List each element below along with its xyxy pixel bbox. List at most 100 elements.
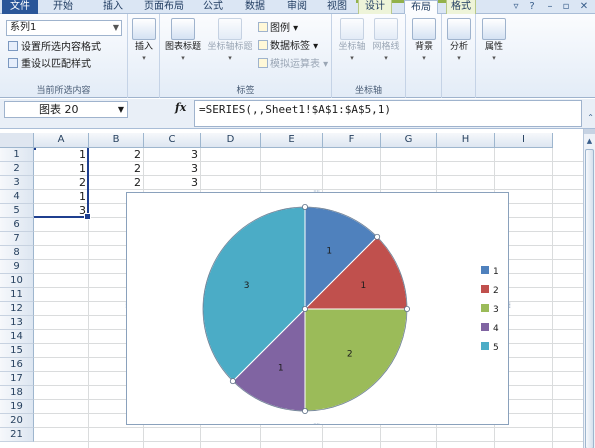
formula-input[interactable]: =SERIES(,,Sheet1!$A$1:$A$5,1) [194,100,582,127]
data-label-5[interactable]: 3 [244,281,250,291]
data-label-1[interactable]: 1 [326,247,332,257]
cell-a1[interactable]: 1 [34,148,89,162]
row-header-21[interactable]: 21 [0,428,34,442]
pie-chart[interactable]: 1 1 2 1 3 1 2 3 4 5 ···· ···· ⁞ ⁞ [125,188,511,429]
tab-home[interactable]: 开始 [46,0,80,14]
column-header-h[interactable]: H [437,133,495,148]
tab-formulas[interactable]: 公式 [196,0,230,14]
selection-handle[interactable] [301,306,308,313]
row-header-18[interactable]: 18 [0,386,34,400]
tab-design[interactable]: 设计 [358,0,392,14]
tab-file[interactable]: 文件 [2,0,38,14]
format-selection-button[interactable]: 设置所选内容格式 [8,41,101,55]
name-box[interactable]: 图表 20 ▼ [4,101,128,118]
insert-function-button[interactable]: fx [175,101,186,114]
row-header-20[interactable]: 20 [0,414,34,428]
row-header-13[interactable]: 13 [0,316,34,330]
resize-handle-right[interactable]: ⁞ [508,302,510,310]
column-header-a[interactable]: A [34,133,89,148]
column-header-c[interactable]: C [144,133,201,148]
data-labels-button[interactable]: 数据标签 ▾ [258,40,318,54]
select-all-corner[interactable] [0,133,34,148]
chart-element-dropdown[interactable]: 系列1 ▼ [6,20,122,36]
selection-handle[interactable] [229,378,236,385]
chart-title-button[interactable]: 图表标题 ▾ [162,18,204,64]
row-header-8[interactable]: 8 [0,246,34,260]
cell-b1[interactable]: 2 [89,148,144,162]
legend-item[interactable]: 3 [481,304,499,323]
tab-format[interactable]: 格式 [446,0,476,14]
axes-button[interactable]: 坐标轴 ▾ [336,18,368,64]
tab-data[interactable]: 数据 [238,0,272,14]
column-header-f[interactable]: F [323,133,381,148]
pie-slice-3[interactable] [304,308,408,412]
gridlines-button[interactable]: 网格线 ▾ [370,18,402,64]
data-label-3[interactable]: 2 [347,350,353,360]
legend-item[interactable]: 1 [481,266,499,285]
row-header-5[interactable]: 5 [0,204,34,218]
window-minimize-icon[interactable]: – [544,1,556,13]
scroll-thumb[interactable] [585,149,594,448]
selection-handle[interactable] [374,233,381,240]
minimize-ribbon-icon[interactable]: ▿ [510,1,522,13]
column-header-g[interactable]: G [381,133,437,148]
row-header-17[interactable]: 17 [0,372,34,386]
selection-handle[interactable] [301,407,308,414]
resize-handle-top[interactable]: ···· [313,188,320,196]
vertical-scrollbar[interactable]: ▲ [583,129,595,448]
row-header-2[interactable]: 2 [0,162,34,176]
resize-handle-bottom[interactable]: ···· [313,421,320,429]
row-header-10[interactable]: 10 [0,274,34,288]
tab-layout[interactable]: 布局 [404,0,438,15]
legend-item[interactable]: 5 [481,342,499,361]
window-restore-icon[interactable]: ▫ [560,1,572,13]
window-close-icon[interactable]: ✕ [578,1,590,13]
row-header-14[interactable]: 14 [0,330,34,344]
cell-b2[interactable]: 2 [89,162,144,176]
resize-handle-left[interactable]: ⁞ [125,302,127,310]
tab-insert[interactable]: 插入 [96,0,130,14]
row-header-6[interactable]: 6 [0,218,34,232]
row-header-3[interactable]: 3 [0,176,34,190]
column-header-e[interactable]: E [261,133,323,148]
row-header-4[interactable]: 4 [0,190,34,204]
cell-a4[interactable]: 1 [34,190,89,204]
split-handle[interactable] [584,129,595,134]
expand-formula-bar-icon[interactable]: ⌃ [587,113,594,122]
scroll-up-icon[interactable]: ▲ [584,136,595,147]
column-header-d[interactable]: D [201,133,261,148]
analysis-button[interactable]: 分析 ▾ [446,18,472,64]
column-header-i[interactable]: I [495,133,553,148]
legend-item[interactable]: 2 [481,285,499,304]
background-button[interactable]: 背景 ▾ [411,18,437,64]
row-header-15[interactable]: 15 [0,344,34,358]
data-label-4[interactable]: 1 [278,363,284,373]
legend-item[interactable]: 4 [481,323,499,342]
help-icon[interactable]: ? [526,1,538,13]
cell-c3[interactable]: 3 [144,176,201,190]
reset-style-button[interactable]: 重设以匹配样式 [8,58,91,72]
cell-c1[interactable]: 3 [144,148,201,162]
selection-handle[interactable] [403,306,410,313]
properties-button[interactable]: 属性 ▾ [481,18,507,64]
tab-page-layout[interactable]: 页面布局 [138,0,190,14]
cell-c2[interactable]: 3 [144,162,201,176]
data-label-2[interactable]: 1 [361,281,367,291]
row-header-11[interactable]: 11 [0,288,34,302]
insert-button[interactable]: 插入 ▾ [131,18,157,64]
data-table-button[interactable]: 模拟运算表 ▾ [258,58,328,72]
row-header-7[interactable]: 7 [0,232,34,246]
cell-a5[interactable]: 3 [34,204,89,218]
row-header-19[interactable]: 19 [0,400,34,414]
column-header-b[interactable]: B [89,133,144,148]
tab-review[interactable]: 审阅 [280,0,314,14]
row-header-1[interactable]: 1 [0,148,34,162]
row-header-12[interactable]: 12 [0,302,34,316]
axis-title-button[interactable]: 坐标轴标题 ▾ [206,18,254,64]
selection-handle[interactable] [301,203,308,210]
row-header-16[interactable]: 16 [0,358,34,372]
tab-view[interactable]: 视图 [320,0,354,14]
legend-button[interactable]: 图例 ▾ [258,22,298,36]
chart-legend[interactable]: 1 2 3 4 5 [481,266,499,361]
cell-a3[interactable]: 2 [34,176,89,190]
